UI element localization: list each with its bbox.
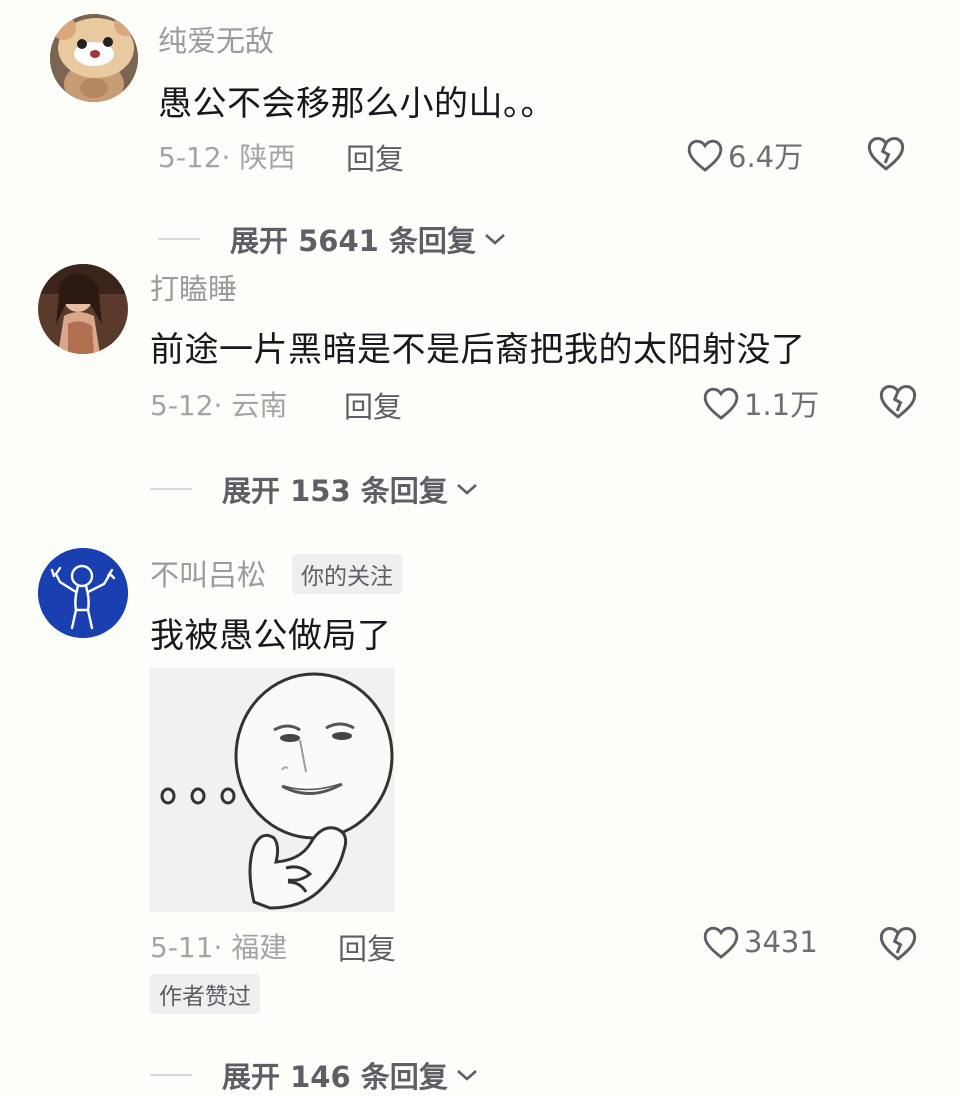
dislike-button[interactable] bbox=[866, 134, 906, 172]
smiling-face-meme-icon bbox=[150, 668, 394, 912]
expand-replies-label: 展开 5641 条回复 bbox=[230, 224, 476, 258]
avatar[interactable] bbox=[50, 14, 138, 102]
reply-button[interactable]: 回复 bbox=[344, 384, 402, 426]
chevron-down-icon bbox=[485, 234, 505, 245]
comment-username[interactable]: 纯爱无敌 bbox=[158, 18, 274, 60]
reply-button[interactable]: 回复 bbox=[338, 926, 396, 968]
expand-replies-label: 展开 153 条回复 bbox=[222, 474, 448, 508]
comment-text: 我被愚公做局了 bbox=[150, 616, 392, 656]
comment-date-location: 5-12· 陕西 bbox=[158, 141, 296, 174]
reply-button[interactable]: 回复 bbox=[346, 136, 404, 178]
comment-text: 愚公不会移那么小的山。。 bbox=[158, 84, 555, 124]
chevron-down-icon bbox=[456, 1070, 477, 1081]
stick-figure-avatar-icon bbox=[38, 548, 128, 638]
heart-icon bbox=[687, 139, 723, 172]
broken-heart-icon bbox=[879, 926, 917, 961]
comment-text: 前途一片黑暗是不是后裔把我的太阳射没了 bbox=[150, 330, 806, 370]
author-liked-badge: 作者赞过 bbox=[150, 974, 260, 1014]
like-count: 3431 bbox=[744, 925, 818, 959]
like-button[interactable]: 1.1万 bbox=[702, 382, 819, 424]
expand-replies-button[interactable]: 展开 153 条回复 bbox=[150, 468, 480, 510]
like-button[interactable]: 6.4万 bbox=[686, 134, 803, 176]
comment-sticker-image[interactable] bbox=[150, 668, 394, 912]
girl-photo-avatar-icon bbox=[38, 264, 128, 354]
divider bbox=[150, 488, 192, 490]
comment-username[interactable]: 打瞌睡 bbox=[150, 266, 237, 308]
expand-replies-button[interactable]: 展开 5641 条回复 bbox=[158, 218, 508, 260]
broken-heart-icon bbox=[867, 136, 905, 171]
heart-icon bbox=[703, 387, 739, 420]
divider bbox=[150, 1074, 192, 1076]
divider bbox=[158, 238, 200, 240]
avatar[interactable] bbox=[38, 548, 128, 638]
follow-tag: 你的关注 bbox=[292, 554, 402, 594]
comment-date-location: 5-11· 福建 bbox=[150, 931, 288, 964]
heart-icon bbox=[703, 926, 739, 959]
broken-heart-icon bbox=[879, 384, 917, 419]
expand-replies-button[interactable]: 展开 146 条回复 bbox=[150, 1054, 480, 1096]
like-count: 6.4万 bbox=[728, 140, 804, 174]
avatar[interactable] bbox=[38, 264, 128, 354]
like-count: 1.1万 bbox=[744, 388, 820, 422]
expand-replies-label: 展开 146 条回复 bbox=[222, 1060, 448, 1094]
like-button[interactable]: 3431 bbox=[702, 924, 818, 960]
chevron-down-icon bbox=[456, 484, 477, 495]
comment-date-location: 5-12· 云南 bbox=[150, 389, 288, 422]
comment-username[interactable]: 不叫吕松 bbox=[150, 552, 266, 594]
dislike-button[interactable] bbox=[878, 924, 918, 962]
dislike-button[interactable] bbox=[878, 382, 918, 420]
hamster-hat-avatar-icon bbox=[50, 14, 138, 102]
